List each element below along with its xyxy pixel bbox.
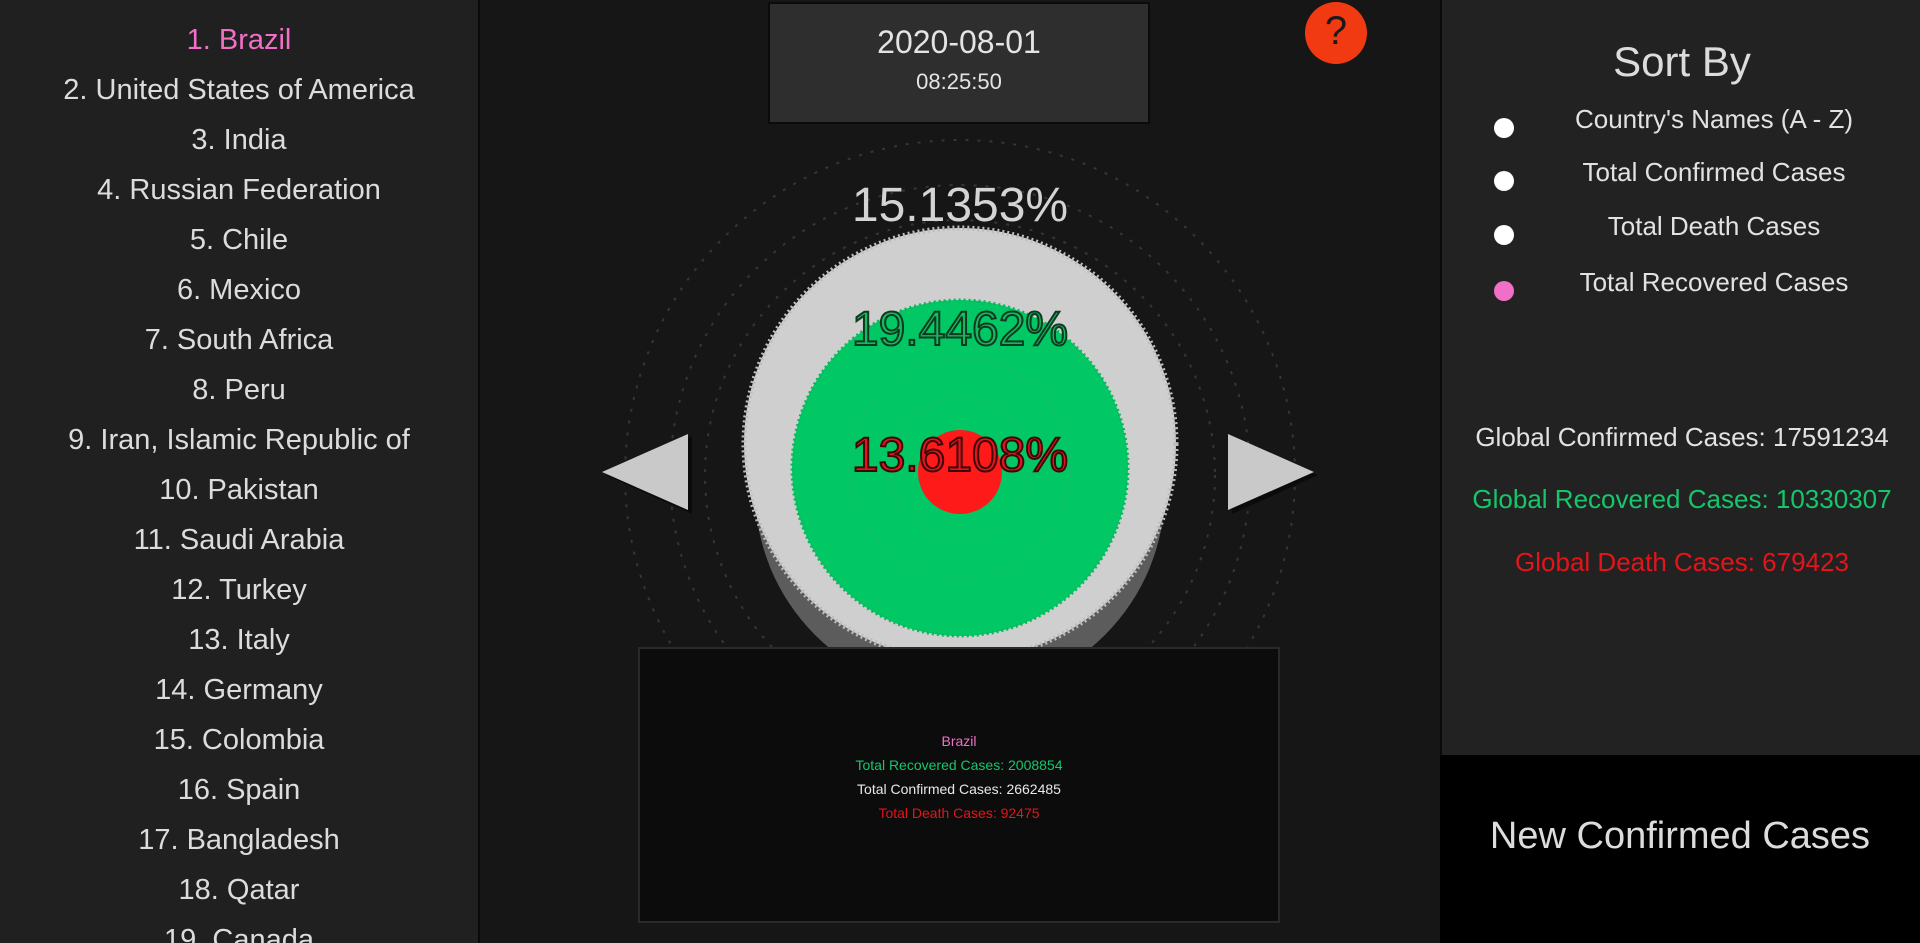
- sort-title: Sort By: [1613, 38, 1751, 85]
- sort-option-recovered[interactable]: Total Recovered Cases: [1494, 267, 1914, 307]
- question-mark-icon: ?: [1324, 9, 1348, 53]
- country-list-item[interactable]: 9. Iran, Islamic Republic of: [0, 418, 478, 468]
- country-list-item[interactable]: 17. Bangladesh: [0, 818, 478, 868]
- country-list-item[interactable]: 5. Chile: [0, 218, 478, 268]
- country-list-item[interactable]: 18. Qatar: [0, 868, 478, 918]
- center-visualization: 2020-08-01 08:25:50 ? 15.1353% 19.4462% …: [480, 0, 1440, 943]
- new-confirmed-cases-label: New Confirmed Cases: [1489, 815, 1871, 857]
- triangle-right-arrow-icon: [1228, 434, 1314, 510]
- help-button[interactable]: ?: [1305, 2, 1367, 64]
- country-list-item[interactable]: 3. India: [0, 118, 478, 168]
- radio-button[interactable]: [1494, 281, 1514, 301]
- detail-country-name: Brazil: [941, 733, 977, 749]
- date-text: 2020-08-01: [877, 24, 1041, 60]
- sort-option-name[interactable]: Country's Names (A - Z): [1494, 104, 1914, 144]
- confirmed-percentage: 15.1353%: [851, 179, 1069, 232]
- country-list-item[interactable]: 4. Russian Federation: [0, 168, 478, 218]
- country-list-item[interactable]: 13. Italy: [0, 618, 478, 668]
- country-list-panel: 1. Brazil 2. United States of America 3. I…: [0, 0, 480, 943]
- country-list-item[interactable]: 14. Germany: [0, 668, 478, 718]
- radio-button[interactable]: [1494, 171, 1514, 191]
- country-list-item[interactable]: 12. Turkey: [0, 568, 478, 618]
- country-list-item[interactable]: 7. South Africa: [0, 318, 478, 368]
- new-confirmed-cases-button[interactable]: New Confirmed Cases: [1440, 755, 1920, 943]
- detail-deaths: Total Death Cases: 92475: [878, 805, 1040, 821]
- country-list-item[interactable]: 2. United States of America: [0, 68, 478, 118]
- sort-option-deaths[interactable]: Total Death Cases: [1494, 211, 1914, 251]
- global-deaths: Global Death Cases: 679423: [1515, 547, 1849, 577]
- country-list-item[interactable]: 10. Pakistan: [0, 468, 478, 518]
- country-list-item[interactable]: 1. Brazil: [0, 18, 478, 68]
- app-root: 1. Brazil 2. United States of America 3. I…: [0, 0, 1920, 943]
- sort-option-label: Total Death Cases: [1607, 211, 1821, 241]
- radio-button[interactable]: [1494, 225, 1514, 245]
- sort-panel: Sort By Country's Names (A - Z) Total Co…: [1440, 0, 1920, 755]
- previous-arrow-button[interactable]: [598, 432, 698, 518]
- time-text: 08:25:50: [916, 69, 1002, 94]
- sort-option-label: Total Confirmed Cases: [1582, 157, 1846, 187]
- country-detail-panel: Brazil Total Recovered Cases: 2008854 To…: [638, 647, 1280, 923]
- country-list-item[interactable]: 11. Saudi Arabia: [0, 518, 478, 568]
- next-arrow-button[interactable]: [1222, 432, 1322, 518]
- country-list-item[interactable]: 6. Mexico: [0, 268, 478, 318]
- detail-recovered: Total Recovered Cases: 2008854: [855, 757, 1063, 773]
- detail-confirmed: Total Confirmed Cases: 2662485: [857, 781, 1061, 797]
- country-list-item[interactable]: 19. Canada: [0, 918, 478, 943]
- country-list: 1. Brazil 2. United States of America 3. I…: [0, 0, 478, 943]
- recovered-percentage: 19.4462%: [851, 302, 1069, 357]
- country-list-item[interactable]: 16. Spain: [0, 768, 478, 818]
- country-list-item[interactable]: 8. Peru: [0, 368, 478, 418]
- sort-option-label: Total Recovered Cases: [1579, 267, 1849, 297]
- global-confirmed: Global Confirmed Cases: 17591234: [1475, 422, 1889, 452]
- date-display: 2020-08-01 08:25:50: [768, 2, 1150, 124]
- country-list-item[interactable]: 15. Colombia: [0, 718, 478, 768]
- sort-option-label: Country's Names (A - Z): [1574, 104, 1853, 134]
- radio-button[interactable]: [1494, 118, 1514, 138]
- global-recovered: Global Recovered Cases: 10330307: [1472, 484, 1892, 514]
- triangle-left-arrow-icon: [602, 434, 688, 510]
- sort-option-confirmed[interactable]: Total Confirmed Cases: [1494, 157, 1914, 197]
